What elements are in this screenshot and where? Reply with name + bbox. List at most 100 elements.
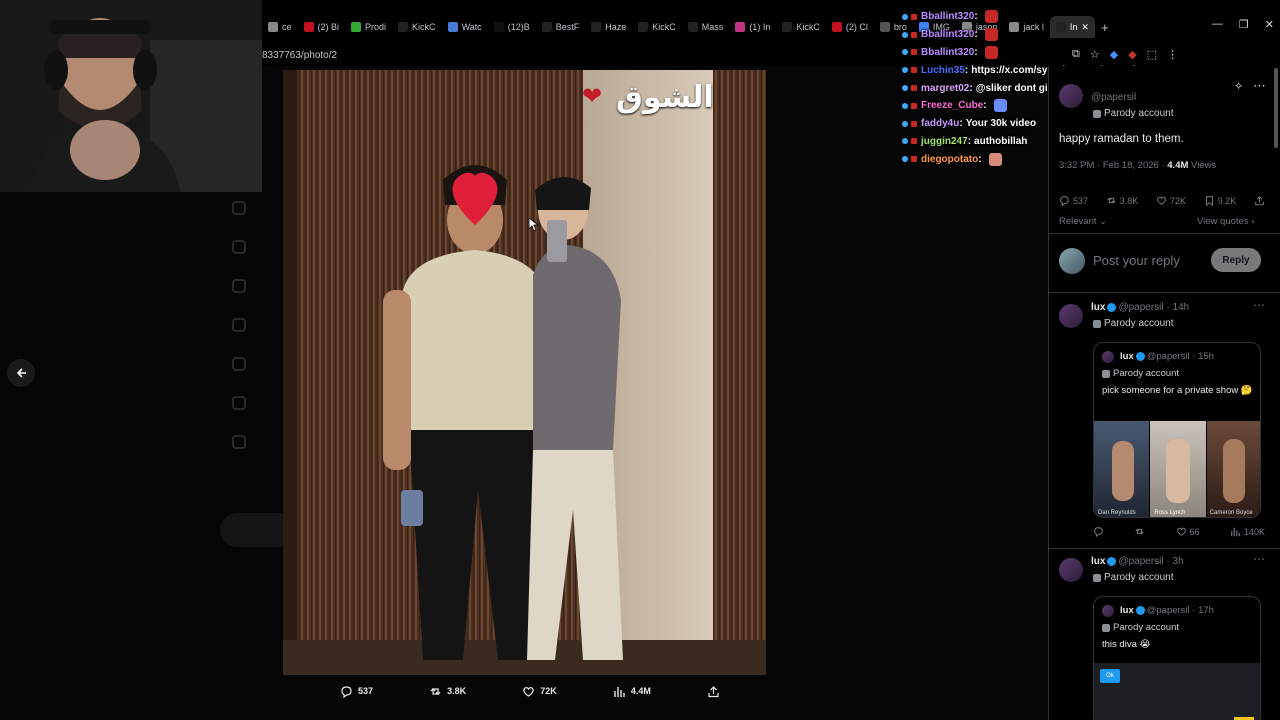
repost-icon (1135, 528, 1144, 535)
parody-label: Parody account (1093, 572, 1174, 583)
chat-emote-icon (988, 152, 1002, 166)
browser-tab[interactable]: (2) Cl (826, 16, 874, 38)
quoted-post[interactable]: lux @papersil · 17h Parody account this d… (1093, 596, 1261, 720)
chat-separator: : (967, 135, 972, 147)
chat-badge-icon (902, 120, 908, 127)
parody-label: Parody account (1093, 108, 1174, 119)
post-views-count: 4.4M (1167, 160, 1189, 171)
chat-username[interactable]: Bballint320 (921, 47, 974, 58)
back-button[interactable] (7, 359, 35, 387)
chat-username[interactable]: juggin247 (921, 136, 968, 147)
chat-emote-icon (984, 45, 998, 59)
chat-username[interactable]: margret02 (921, 83, 969, 94)
more-options-icon[interactable]: ⋯ (1253, 78, 1266, 94)
bookmark-icon (1205, 196, 1213, 206)
reply-action[interactable]: 537 (340, 685, 373, 698)
quote-image[interactable]: Cameron Boyce (1206, 421, 1260, 517)
browser-tab[interactable]: (2) Bi (298, 16, 346, 38)
share-action[interactable] (707, 685, 720, 698)
like-stat[interactable]: 72K (1156, 195, 1186, 206)
chat-username[interactable]: diegopotato (921, 154, 978, 165)
reply-stat[interactable] (1093, 526, 1104, 537)
views-action[interactable]: 4.4M (613, 685, 651, 698)
like-action[interactable]: 72K (522, 685, 557, 698)
more-options-icon[interactable]: ⋯ (1253, 298, 1265, 312)
quote-author-handle: @papersil · 17h (1146, 605, 1214, 616)
like-stat[interactable]: 66 (1176, 526, 1200, 537)
post-photo[interactable] (283, 70, 766, 675)
share-stat[interactable] (1254, 195, 1265, 206)
avatar[interactable] (1059, 304, 1083, 328)
like-stat-count: 72K (1169, 195, 1186, 206)
chat-separator: : (959, 118, 963, 130)
browser-tab[interactable]: (12)B (488, 16, 536, 38)
heart-icon (1157, 196, 1166, 205)
grok-icon[interactable]: ⟡ (1235, 80, 1242, 93)
chat-username[interactable]: Bballint320 (921, 11, 974, 22)
reply-stat[interactable]: 537 (1059, 195, 1088, 206)
arrow-left-icon (16, 368, 26, 378)
view-quotes-link[interactable]: View quotes › (1197, 216, 1254, 227)
browser-tab[interactable]: KickC (392, 16, 442, 38)
post-text: happy ramadan to them. (1059, 133, 1184, 145)
quote-author-name: lux (1120, 351, 1134, 362)
parody-label-text: Parody account (1113, 622, 1180, 633)
chat-username[interactable]: faddy4u (921, 118, 959, 129)
quoted-post[interactable]: lux @papersil · 15h Parody account pick s… (1093, 342, 1261, 518)
post-timestamp[interactable]: 3:32 PM · Feb 18, 2026 · (1059, 160, 1165, 171)
chat-badge-icon (911, 49, 917, 56)
quote-image-label: Cameron Boyce (1209, 510, 1253, 516)
views-count: 4.4M (630, 686, 651, 696)
quote-image[interactable]: Dan Reynolds (1094, 421, 1150, 517)
mouse-cursor-icon (529, 218, 539, 232)
browser-tab[interactable]: ce (262, 16, 298, 38)
browser-tab[interactable]: KickC (776, 16, 826, 38)
chat-text: Your 30k video (965, 118, 1037, 130)
repost-stat[interactable] (1134, 526, 1145, 537)
heart-icon (523, 686, 534, 697)
browser-tab[interactable]: KickC (632, 16, 682, 38)
browser-tab[interactable]: BestF (536, 16, 586, 38)
parody-label-text: Parody account (1104, 318, 1174, 329)
chat-separator: : (978, 153, 982, 165)
quote-image[interactable]: Ross Lynch (1150, 421, 1206, 517)
chat-badge-icon (911, 13, 917, 20)
avatar[interactable] (1059, 84, 1083, 108)
browser-tab[interactable]: Haze (585, 16, 632, 38)
quote-author-name: lux (1120, 605, 1134, 616)
views-stat[interactable]: 140K (1230, 526, 1265, 537)
reply-author[interactable]: lux @papersil · 14h (1091, 302, 1189, 313)
chat-username[interactable]: Luchin35 (921, 65, 965, 76)
reply-stat-count: 537 (1073, 195, 1089, 206)
repost-stat[interactable]: 3.8K (1106, 195, 1138, 206)
scrollbar[interactable] (1274, 68, 1278, 148)
share-icon (708, 685, 719, 697)
verified-badge-icon (1107, 556, 1117, 566)
browser-tab[interactable]: Prodi (345, 16, 392, 38)
favicon-icon (398, 22, 409, 32)
browser-tab-label: Prodi (365, 22, 387, 32)
reply-icon (1094, 527, 1103, 537)
quote-image[interactable]: Ok (1094, 663, 1260, 720)
chat-username[interactable]: Bballint320 (921, 29, 974, 40)
bookmark-stat[interactable]: 9.2K (1204, 195, 1237, 206)
chat-badge-icon (902, 138, 908, 145)
reply-author[interactable]: lux @papersil · 3h (1091, 556, 1184, 567)
reply-input[interactable]: Post your reply (1093, 253, 1180, 268)
more-options-icon[interactable]: ⋯ (1253, 552, 1265, 566)
bookmark-stat-count: 9.2K (1217, 195, 1237, 206)
avatar[interactable] (1059, 558, 1083, 582)
repost-action[interactable]: 3.8K (429, 685, 466, 698)
parody-mask-icon (1102, 369, 1110, 378)
browser-tab-label: (12)B (507, 22, 530, 32)
post-handle[interactable]: @papersil (1091, 92, 1136, 103)
favicon-icon (268, 22, 278, 32)
sort-dropdown[interactable]: Relevant ⌄ (1059, 216, 1107, 227)
browser-tab[interactable]: (1) In (729, 16, 776, 38)
reply-button[interactable]: Reply (1211, 248, 1261, 272)
browser-tab[interactable]: Mass (682, 16, 730, 38)
chat-username[interactable]: Freeze_Cube (921, 100, 983, 111)
browser-tab[interactable]: Watc (442, 16, 488, 38)
views-stat-count: 140K (1243, 526, 1265, 537)
browser-tab-label: (2) Bi (317, 22, 340, 32)
